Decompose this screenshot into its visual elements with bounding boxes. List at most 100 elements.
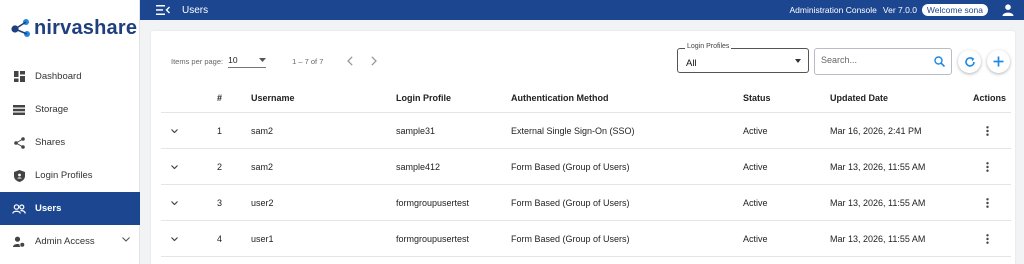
table-row[interactable]: 3 user2 formgroupusertest Form Based (Gr… [161,185,1011,221]
row-actions [973,113,993,148]
items-per-page-value: 10 [228,54,238,65]
row-status: Active [743,125,768,136]
row-actions [973,221,993,256]
more-vert-icon[interactable] [981,197,993,208]
row-login-profile: formgroupusertest [396,233,470,244]
more-vert-icon[interactable] [981,161,993,172]
sidebar-item-admin-access[interactable]: Admin Access [0,225,140,258]
row-login-profile: formgroupusertest [396,197,470,208]
row-actions [973,185,993,220]
expand-row-icon[interactable] [171,221,187,256]
shield-icon [12,169,26,183]
row-auth-method: Form Based (Group of Users) [511,197,630,208]
row-status: Active [743,161,768,172]
column-header-updated-date[interactable]: Updated Date [830,83,888,112]
previous-page-button[interactable] [345,56,355,66]
dashboard-icon [12,70,26,84]
expand-row-icon[interactable] [171,149,187,184]
search-input[interactable] [821,55,931,65]
account-icon[interactable] [1002,4,1014,16]
plus-icon [993,56,1004,67]
row-auth-method: External Single Sign-On (SSO) [511,125,635,136]
login-profiles-label: Login Profiles [685,43,732,50]
sidebar-item-label: Shares [35,137,66,148]
row-updated-date: Mar 16, 2026, 2:41 PM [830,125,922,136]
top-bar: Users Administration Console Ver 7.0.0 W… [140,0,1024,20]
sidebar-item-label: Admin Access [35,236,95,247]
app-logo[interactable]: nirvashare [0,0,139,56]
row-updated-date: Mar 13, 2026, 11:55 AM [830,233,926,244]
sidebar-item-login-profiles[interactable]: Login Profiles [0,159,140,192]
sidebar-item-users[interactable]: Users [0,192,140,225]
items-per-page-select[interactable]: 10 [228,54,267,68]
sidebar-item-label: Users [35,203,62,214]
row-updated-date: Mar 13, 2026, 11:55 AM [830,197,926,208]
dropdown-arrow-icon [795,59,801,63]
users-card: Items per page: 10 1 – 7 of 7 Login Prof… [151,31,1015,264]
share-icon [12,136,26,150]
table-row[interactable]: 2 sam2 sample412 Form Based (Group of Us… [161,149,1011,185]
row-login-profile: sample412 [396,161,441,172]
expand-row-icon[interactable] [171,185,187,220]
items-per-page-label: Items per page: [171,56,224,66]
share-nodes-logo-icon [11,19,30,37]
search-icon[interactable] [934,56,945,67]
column-header-username[interactable]: Username [251,83,295,112]
column-header-number[interactable]: # [217,83,222,112]
chevron-down-icon [122,237,130,242]
topbar-right: Administration Console Ver 7.0.0 Welcome… [789,0,1014,20]
menu-collapse-icon[interactable] [156,4,170,16]
more-vert-icon[interactable] [981,233,993,244]
storage-icon [12,103,26,117]
column-header-login-profile[interactable]: Login Profile [396,83,451,112]
row-username: user2 [251,197,274,208]
sidebar-nav: Dashboard Storage Shares Login Profiles … [0,60,140,258]
row-actions [973,149,993,184]
chevron-left-icon [347,56,354,66]
table-row[interactable]: 4 user1 formgroupusertest Form Based (Gr… [161,221,1011,257]
sidebar-item-label: Storage [35,104,69,115]
sidebar: nirvashare Dashboard Storage Shares Logi… [0,0,140,264]
row-username: sam2 [251,161,274,172]
add-user-button[interactable] [987,50,1010,73]
dropdown-arrow-icon [259,57,267,62]
welcome-badge: Welcome sona [921,4,988,16]
row-auth-method: Form Based (Group of Users) [511,233,630,244]
range-label: 1 – 7 of 7 [292,56,324,66]
page-title: Users [182,4,209,16]
row-auth-method: Form Based (Group of Users) [511,161,630,172]
paginator: Items per page: 10 1 – 7 of 7 [171,51,379,71]
more-vert-icon[interactable] [981,125,993,136]
expand-row-icon[interactable] [171,113,187,148]
refresh-button[interactable] [958,50,981,73]
column-header-auth-method[interactable]: Authentication Method [511,83,609,112]
sidebar-item-dashboard[interactable]: Dashboard [0,60,140,93]
sidebar-item-label: Dashboard [35,71,82,82]
sidebar-item-label: Login Profiles [35,170,93,181]
row-username: sam2 [251,125,274,136]
row-number: 2 [217,161,223,172]
row-status: Active [743,197,768,208]
sidebar-item-shares[interactable]: Shares [0,126,140,159]
row-number: 1 [217,125,223,136]
column-header-actions: Actions [973,92,1007,103]
console-label: Administration Console [789,5,877,15]
next-page-button[interactable] [369,56,379,66]
table-header-row: # Username Login Profile Authentication … [161,83,1011,113]
table-row[interactable]: 1 sam2 sample31 External Single Sign-On … [161,113,1011,149]
row-login-profile: sample31 [396,125,436,136]
row-number: 3 [217,197,223,208]
row-username: user1 [251,233,274,244]
admin-access-icon [12,235,26,249]
login-profiles-value: All [686,58,697,69]
row-updated-date: Mar 13, 2026, 11:55 AM [830,161,926,172]
chevron-right-icon [371,56,378,66]
login-profiles-select[interactable]: Login Profiles All [677,43,809,73]
version-label: Ver 7.0.0 [882,5,917,15]
sidebar-item-storage[interactable]: Storage [0,93,140,126]
column-header-status[interactable]: Status [743,83,771,112]
users-icon [12,202,26,216]
users-table: # Username Login Profile Authentication … [161,83,1011,257]
row-status: Active [743,233,768,244]
search-box [814,48,952,75]
